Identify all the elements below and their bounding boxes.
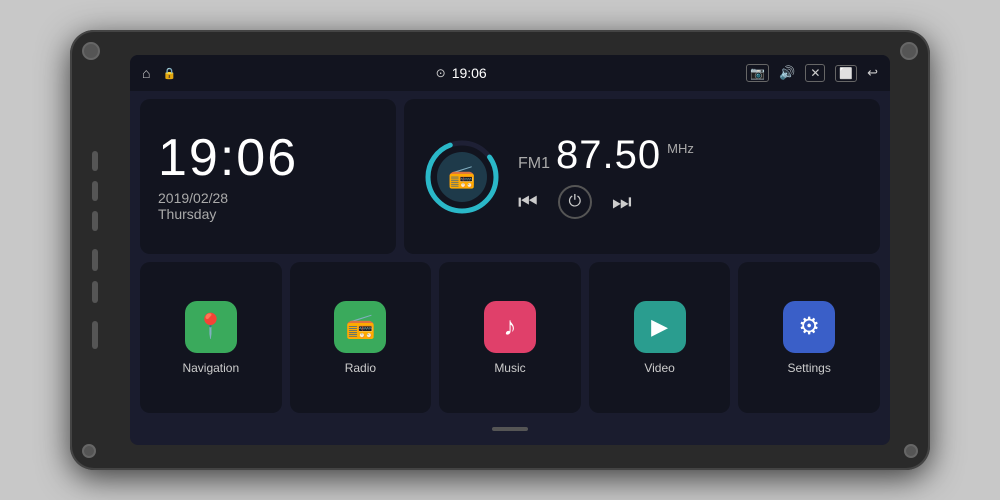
status-time: 19:06 xyxy=(452,65,487,81)
clock-widget: 19:06 2019/02/28 Thursday xyxy=(140,99,396,254)
clock-date: 2019/02/28 xyxy=(158,190,378,206)
settings-label: Settings xyxy=(787,361,830,375)
screw-bottom-right xyxy=(904,444,918,458)
screw-bottom-left xyxy=(82,444,96,458)
radio-controls: ⏮ ⏻ ⏭ xyxy=(518,185,862,219)
radio-next-button[interactable]: ⏭ xyxy=(612,189,632,215)
app-grid: 📍 Navigation 📻 Radio ♪ Music xyxy=(140,262,880,413)
volume-up-button[interactable] xyxy=(92,249,98,271)
radio-info: FM1 87.50 MHz ⏮ ⏻ ⏭ xyxy=(518,135,862,219)
navigation-icon: 📍 xyxy=(196,312,226,341)
car-head-unit: ⌂ 🔒 ⊙ 19:06 📷 🔊 ✕ ⬜ ↩ 19 xyxy=(70,30,930,470)
app-tile-radio[interactable]: 📻 Radio xyxy=(290,262,432,413)
app-tile-settings[interactable]: ⚙ Settings xyxy=(738,262,880,413)
top-bar-left: ⌂ 🔒 xyxy=(142,65,176,81)
music-icon-bg: ♪ xyxy=(484,301,536,353)
navigation-label: Navigation xyxy=(182,361,239,375)
radio-app-icon: 📻 xyxy=(345,312,375,341)
navigation-icon-bg: 📍 xyxy=(185,301,237,353)
radio-label: Radio xyxy=(345,361,376,375)
status-bar: ⌂ 🔒 ⊙ 19:06 📷 🔊 ✕ ⬜ ↩ xyxy=(130,55,890,91)
back-button[interactable] xyxy=(92,211,98,231)
window-icon[interactable]: ⬜ xyxy=(835,65,857,82)
status-bar-center: ⊙ 19:06 xyxy=(436,65,487,81)
home-indicator[interactable] xyxy=(492,427,528,431)
settings-icon: ⚙ xyxy=(798,312,820,341)
home-button[interactable] xyxy=(92,181,98,201)
bottom-bar xyxy=(140,421,880,437)
close-icon[interactable]: ✕ xyxy=(805,64,825,82)
ais-button[interactable] xyxy=(92,321,98,349)
volume-down-button[interactable] xyxy=(92,281,98,303)
video-label: Video xyxy=(644,361,674,375)
radio-band: FM1 xyxy=(518,155,550,173)
power-icon: ⏻ xyxy=(568,193,581,211)
app-tile-navigation[interactable]: 📍 Navigation xyxy=(140,262,282,413)
settings-icon-bg: ⚙ xyxy=(783,301,835,353)
radio-unit: MHz xyxy=(667,141,694,156)
radio-power-button[interactable]: ⏻ xyxy=(558,185,592,219)
radio-circle-graphic: 📻 xyxy=(422,137,502,217)
music-label: Music xyxy=(494,361,525,375)
clock-time: 19:06 xyxy=(158,132,378,184)
video-icon-bg: ▶ xyxy=(634,301,686,353)
top-section: 19:06 2019/02/28 Thursday xyxy=(140,99,880,254)
radio-frequency: 87.50 xyxy=(556,135,661,175)
music-icon: ♪ xyxy=(503,311,516,342)
power-button[interactable] xyxy=(92,151,98,171)
radio-freq-row: FM1 87.50 MHz xyxy=(518,135,862,175)
app-tile-music[interactable]: ♪ Music xyxy=(439,262,581,413)
clock-day: Thursday xyxy=(158,206,378,222)
radio-widget: 📻 FM1 87.50 MHz ⏮ ⏻ xyxy=(404,99,880,254)
location-icon: ⊙ xyxy=(436,66,446,80)
radio-icon-bg: 📻 xyxy=(334,301,386,353)
volume-icon[interactable]: 🔊 xyxy=(779,65,795,81)
main-content: 19:06 2019/02/28 Thursday xyxy=(130,91,890,445)
home-icon[interactable]: ⌂ xyxy=(142,65,150,81)
app-tile-video[interactable]: ▶ Video xyxy=(589,262,731,413)
back-nav-icon[interactable]: ↩ xyxy=(867,65,878,81)
side-button-group xyxy=(92,151,98,349)
video-icon: ▶ xyxy=(651,314,668,340)
top-bar-right: 📷 🔊 ✕ ⬜ ↩ xyxy=(746,64,878,82)
screen: ⌂ 🔒 ⊙ 19:06 📷 🔊 ✕ ⬜ ↩ 19 xyxy=(130,55,890,445)
radio-prev-button[interactable]: ⏮ xyxy=(518,189,538,215)
camera-icon[interactable]: 📷 xyxy=(746,64,769,82)
svg-text:📻: 📻 xyxy=(448,164,475,189)
lock-icon: 🔒 xyxy=(162,67,176,80)
